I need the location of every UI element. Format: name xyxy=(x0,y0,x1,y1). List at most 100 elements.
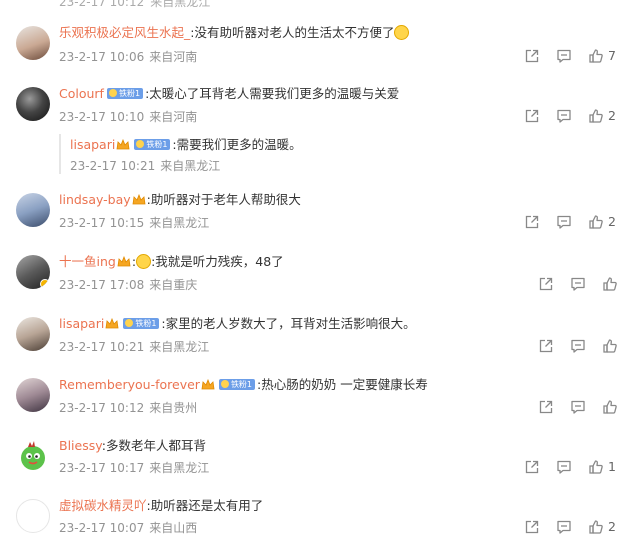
comment-source: 来自山西 xyxy=(149,521,198,535)
comment-text: :热心肠的奶奶 一定要健康长寿 xyxy=(257,377,428,392)
comment-source: 来自河南 xyxy=(149,110,198,124)
comment-text: :家里的老人岁数大了，耳背对生活影响很大。 xyxy=(161,316,416,331)
comment-date: 23-2-17 17:08 xyxy=(59,278,145,292)
partial-comment-meta: 23-2-17 10:12 来自黑龙江 xyxy=(59,0,210,10)
fan-badge: 铁粉1 xyxy=(123,318,160,329)
comment-actions xyxy=(538,276,628,292)
comment-actions xyxy=(538,338,628,354)
like-count: 7 xyxy=(608,48,616,63)
comment-actions: 2 xyxy=(524,519,634,535)
avatar[interactable] xyxy=(16,26,50,60)
comment-source: 来自黑龙江 xyxy=(150,0,211,9)
comment-date: 23-2-17 10:10 xyxy=(59,110,145,124)
comment-source: 来自重庆 xyxy=(149,278,198,292)
like-button[interactable]: 1 xyxy=(588,459,632,475)
like-button[interactable]: 2 xyxy=(588,108,632,124)
comment-source: 来自黑龙江 xyxy=(149,216,210,230)
comment-date: 23-2-17 10:17 xyxy=(59,461,145,475)
like-button[interactable]: 2 xyxy=(588,214,632,230)
avatar[interactable] xyxy=(16,87,50,121)
avatar[interactable] xyxy=(16,499,50,533)
username[interactable]: 乐观积极必定风生水起_ xyxy=(59,25,190,40)
comment-text: :助听器对于老年人帮助很大 xyxy=(146,192,301,207)
username[interactable]: lisapari xyxy=(70,137,115,152)
laugh-emoji-icon xyxy=(394,25,410,40)
avatar[interactable] xyxy=(16,439,50,473)
comment-date: 23-2-17 10:21 xyxy=(59,340,145,354)
comment-actions: 7 xyxy=(524,48,634,64)
like-button[interactable] xyxy=(602,338,620,354)
username[interactable]: lindsay-bay xyxy=(59,192,131,207)
smile-emoji-icon xyxy=(136,254,152,269)
verified-icon xyxy=(40,279,50,289)
like-button[interactable]: 2 xyxy=(588,519,632,535)
comment-source: 来自黑龙江 xyxy=(149,340,210,354)
comment-source: 来自河南 xyxy=(149,50,198,64)
comment-text: :多数老年人都耳背 xyxy=(101,438,206,453)
comment-date: 23-2-17 10:15 xyxy=(59,216,145,230)
comment-icon[interactable] xyxy=(570,276,588,292)
comment-icon[interactable] xyxy=(570,399,588,415)
green-bird-icon xyxy=(21,441,45,470)
crown-icon xyxy=(116,138,130,151)
like-count: 1 xyxy=(608,459,616,474)
comment-text: :太暖心了耳背老人需要我们更多的温暖与关爱 xyxy=(145,86,400,101)
comment-date: 23-2-17 10:21 xyxy=(70,159,156,173)
crown-icon xyxy=(132,193,146,206)
comment-actions: 2 xyxy=(524,108,634,124)
username[interactable]: lisapari xyxy=(59,316,104,331)
fan-badge: 铁粉1 xyxy=(106,88,144,99)
like-button[interactable]: 7 xyxy=(588,48,632,64)
like-count: 2 xyxy=(608,214,616,229)
comment-source: 来自黑龙江 xyxy=(149,461,210,475)
crown-icon xyxy=(201,378,215,391)
username[interactable]: Bliessy xyxy=(59,438,102,453)
avatar[interactable] xyxy=(16,378,50,412)
share-icon[interactable] xyxy=(538,276,556,292)
comment-source: 来自黑龙江 xyxy=(160,159,221,173)
crown-icon xyxy=(105,317,119,330)
share-icon[interactable] xyxy=(524,108,542,124)
comment-icon[interactable] xyxy=(556,48,574,64)
thumbs-up-icon xyxy=(602,338,620,354)
comment-actions: 1 xyxy=(524,459,634,475)
comment-date: 23-2-17 10:07 xyxy=(59,521,145,535)
comment-actions: 2 xyxy=(524,214,634,230)
thumbs-up-icon xyxy=(602,276,620,292)
comment-text: :我就是听力残疾，48了 xyxy=(151,254,284,269)
thumbs-up-icon xyxy=(602,399,620,415)
comment-text: :助听器还是太有用了 xyxy=(146,498,264,513)
share-icon[interactable] xyxy=(524,214,542,230)
comment-date: 23-2-17 10:12 xyxy=(59,0,145,9)
avatar[interactable] xyxy=(16,317,50,351)
like-button[interactable] xyxy=(602,399,620,415)
comment-icon[interactable] xyxy=(556,459,574,475)
comment-icon[interactable] xyxy=(556,214,574,230)
username[interactable]: 十一鱼ing xyxy=(59,254,116,269)
comment-source: 来自贵州 xyxy=(149,401,198,415)
fan-badge: 铁粉1 xyxy=(218,379,256,390)
crown-icon xyxy=(117,255,131,268)
share-icon[interactable] xyxy=(524,519,542,535)
comment-date: 23-2-17 10:12 xyxy=(59,401,145,415)
share-icon[interactable] xyxy=(524,459,542,475)
fan-badge: 铁粉1 xyxy=(134,139,171,150)
like-button[interactable] xyxy=(602,276,620,292)
comment-actions xyxy=(538,399,628,415)
comment-text: :需要我们更多的温暖。 xyxy=(172,137,302,152)
comment-icon[interactable] xyxy=(556,519,574,535)
username[interactable]: Colourf xyxy=(59,86,104,101)
comment-icon[interactable] xyxy=(556,108,574,124)
reply-divider xyxy=(59,134,61,174)
like-count: 2 xyxy=(608,519,616,534)
like-count: 2 xyxy=(608,108,616,123)
share-icon[interactable] xyxy=(524,48,542,64)
username[interactable]: Rememberyou-forever xyxy=(59,377,200,392)
share-icon[interactable] xyxy=(538,399,556,415)
comment-icon[interactable] xyxy=(570,338,588,354)
avatar[interactable] xyxy=(16,193,50,227)
comment-date: 23-2-17 10:06 xyxy=(59,50,145,64)
share-icon[interactable] xyxy=(538,338,556,354)
username[interactable]: 虚拟碳水精灵吖 xyxy=(59,498,147,513)
avatar[interactable] xyxy=(16,255,50,289)
